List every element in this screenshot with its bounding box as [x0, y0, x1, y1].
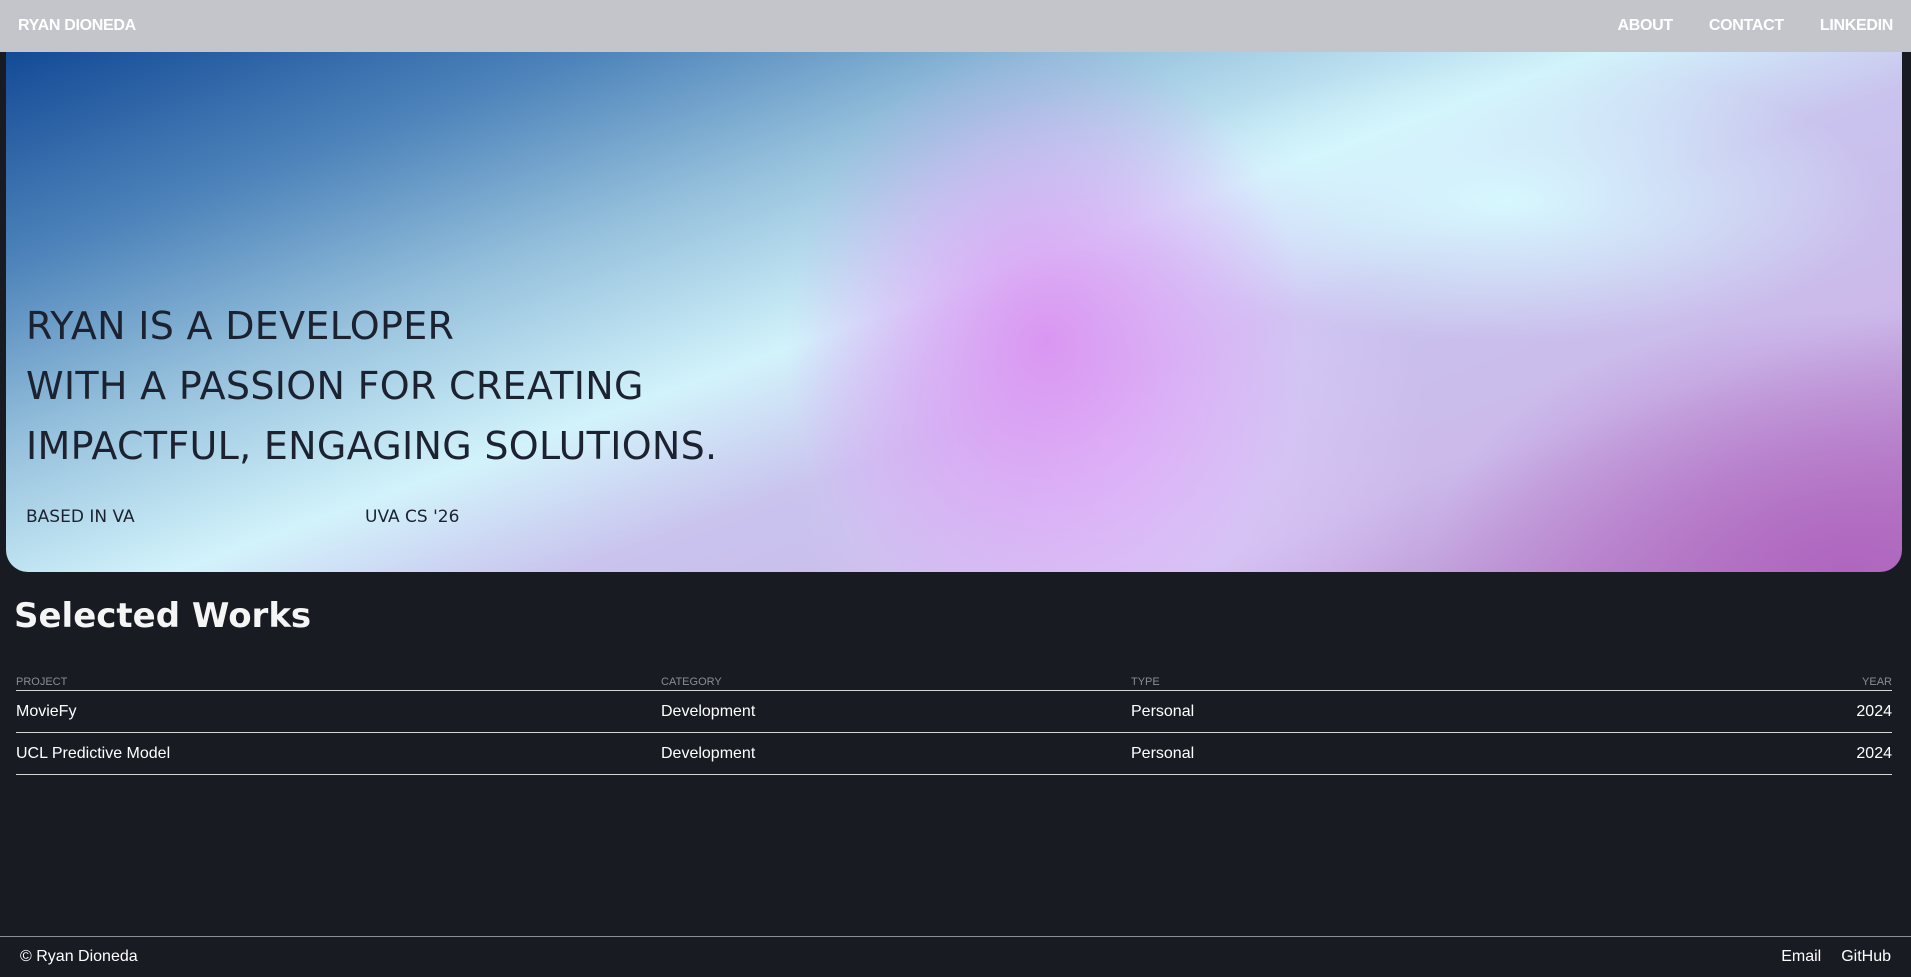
- project-category: Development: [661, 744, 756, 762]
- project-name: MovieFy: [16, 702, 77, 720]
- footer-links: Email GitHub: [1781, 948, 1891, 966]
- nav-about-link[interactable]: ABOUT: [1618, 17, 1674, 35]
- works-table: PROJECT CATEGORY TYPE YEAR MovieFy Devel…: [16, 673, 1892, 775]
- nav-linkedin-link[interactable]: LINKEDIN: [1820, 17, 1893, 35]
- project-category: Development: [661, 702, 756, 720]
- project-year: 2024: [1856, 702, 1892, 720]
- footer-copyright: © Ryan Dioneda: [20, 948, 138, 965]
- hero-banner: RYAN IS A DEVELOPER WITH A PASSION FOR C…: [6, 52, 1902, 572]
- footer-github-link[interactable]: GitHub: [1841, 948, 1891, 966]
- table-row[interactable]: UCL Predictive Model Development Persona…: [16, 733, 1892, 775]
- hero-line-2: WITH A PASSION FOR CREATING: [26, 364, 644, 408]
- hero-line-3: IMPACTFUL, ENGAGING SOLUTIONS.: [26, 424, 718, 468]
- brand-logo-link[interactable]: RYAN DIONEDA: [18, 17, 136, 35]
- project-year: 2024: [1856, 744, 1892, 762]
- footer-email-link[interactable]: Email: [1781, 948, 1821, 966]
- table-row[interactable]: MovieFy Development Personal 2024: [16, 691, 1892, 733]
- hero-line-1: RYAN IS A DEVELOPER: [26, 304, 455, 348]
- project-type: Personal: [1131, 744, 1195, 762]
- hero-location: BASED IN VA: [26, 507, 135, 527]
- table-header: PROJECT CATEGORY TYPE YEAR: [16, 673, 1892, 691]
- nav-links: ABOUT CONTACT LINKEDIN: [1618, 17, 1894, 35]
- hero-education: UVA CS '26: [365, 507, 460, 527]
- project-type: Personal: [1131, 702, 1195, 720]
- nav-contact-link[interactable]: CONTACT: [1709, 17, 1784, 35]
- col-year-header: YEAR: [1862, 675, 1892, 688]
- project-name: UCL Predictive Model: [16, 744, 171, 762]
- top-nav: RYAN DIONEDA ABOUT CONTACT LINKEDIN: [0, 0, 1911, 52]
- hero-headline: RYAN IS A DEVELOPER WITH A PASSION FOR C…: [26, 296, 717, 476]
- col-category-header: CATEGORY: [661, 675, 722, 688]
- section-title: Selected Works: [14, 596, 312, 636]
- col-type-header: TYPE: [1131, 675, 1160, 688]
- footer: © Ryan Dioneda Email GitHub: [0, 936, 1911, 977]
- col-project-header: PROJECT: [16, 675, 68, 688]
